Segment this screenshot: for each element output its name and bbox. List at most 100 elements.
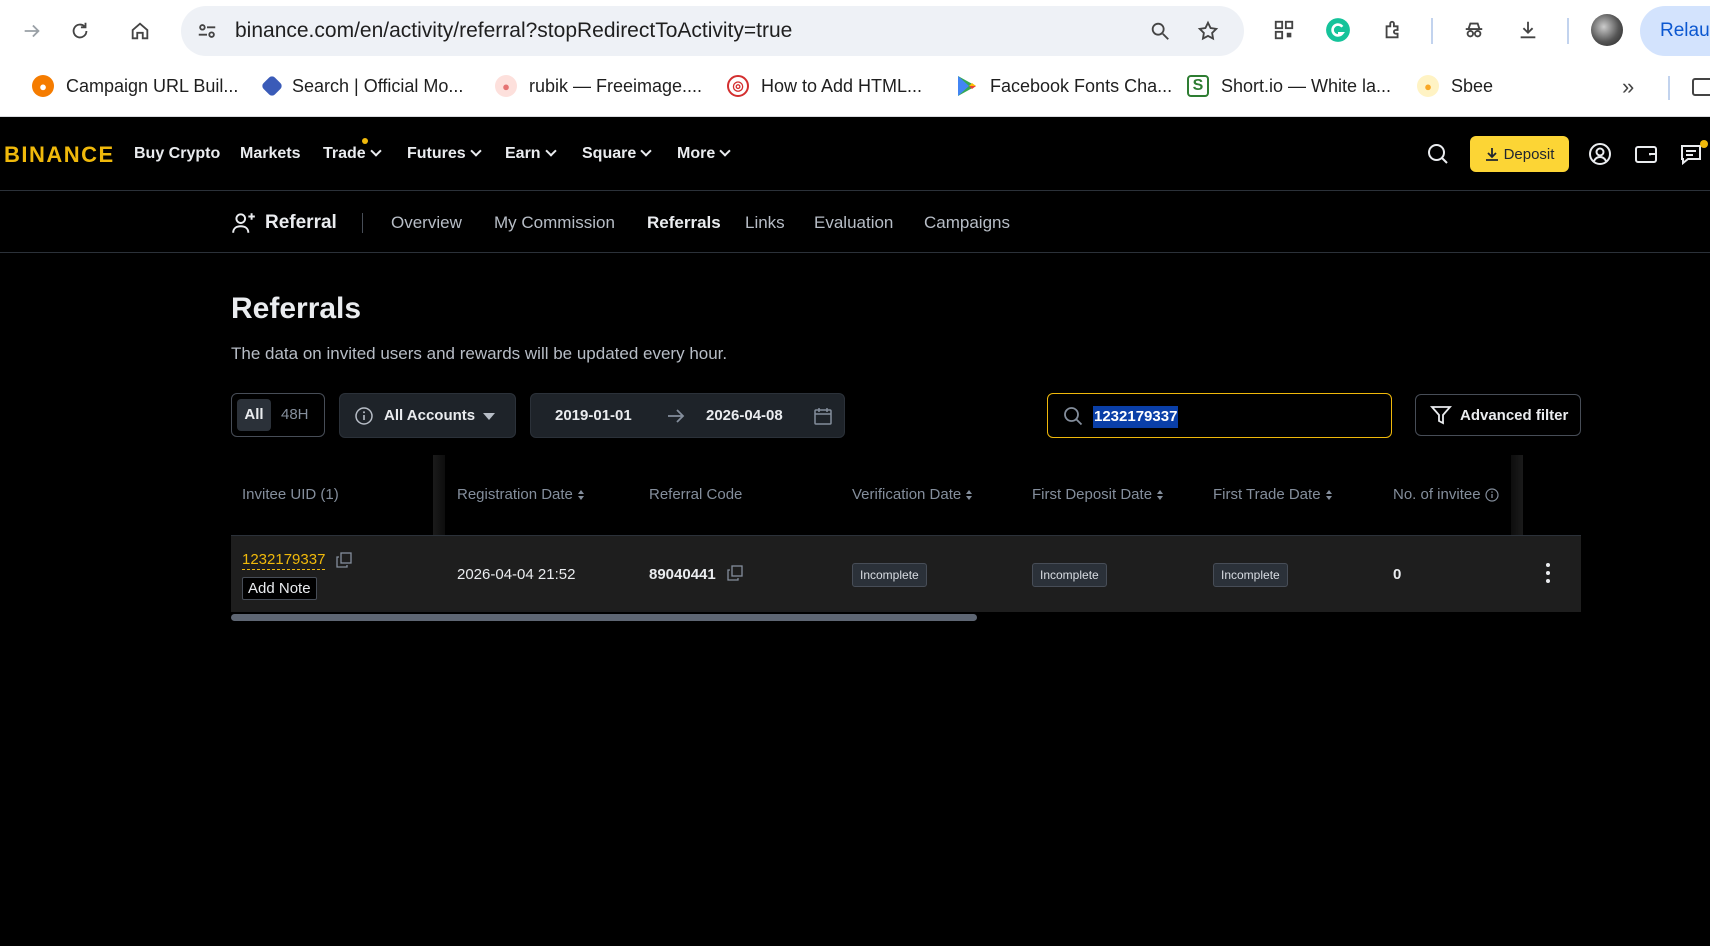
bookmark-item[interactable]: S Short.io — White la...	[1187, 71, 1391, 101]
column-header-first-deposit-date[interactable]: First Deposit Date	[1032, 455, 1164, 535]
date-to[interactable]: 2026-04-08	[706, 394, 783, 437]
wallet-icon[interactable]	[1632, 140, 1660, 168]
nav-label: Markets	[240, 145, 301, 162]
nav-more[interactable]: More	[677, 118, 731, 190]
invitee-uid-link[interactable]: 1232179337	[242, 551, 326, 570]
tab-my-commission[interactable]: My Commission	[494, 191, 615, 254]
tab-links[interactable]: Links	[745, 191, 785, 254]
column-header-label: Registration Date	[457, 486, 573, 503]
bookmark-item[interactable]: ● Campaign URL Buil...	[32, 71, 238, 101]
forward-icon[interactable]	[14, 13, 50, 49]
date-range-picker[interactable]: 2019-01-01 2026-04-08	[530, 393, 845, 438]
bookmark-label: Short.io — White la...	[1221, 75, 1392, 96]
table-row: 1232179337 Add Note 2026-04-04 21:52 890…	[231, 535, 1581, 612]
deposit-label: Deposit	[1503, 145, 1555, 163]
account-select-value: All Accounts	[384, 407, 476, 424]
browser-toolbar: binance.com/en/activity/referral?stopRed…	[0, 0, 1710, 62]
relaunch-button[interactable]: Relaunch	[1640, 6, 1710, 56]
site-info-icon[interactable]	[195, 19, 219, 43]
subnav-divider	[362, 213, 363, 233]
horizontal-scrollbar[interactable]	[231, 614, 977, 621]
search-favicon	[260, 74, 284, 98]
toolbar-divider	[1567, 18, 1569, 44]
campaign-url-builder-favicon: ●	[32, 75, 54, 97]
search-icon[interactable]	[1424, 140, 1452, 168]
search-input-value[interactable]: 1232179337	[1093, 406, 1179, 428]
bookmark-item[interactable]: ● Sbee	[1417, 71, 1493, 101]
copy-icon[interactable]	[336, 552, 352, 568]
nav-earn[interactable]: Earn	[505, 118, 557, 190]
qr-code-icon[interactable]	[1269, 15, 1299, 45]
tab-evaluation[interactable]: Evaluation	[814, 191, 893, 254]
more-bookmarks-icon[interactable]: »	[1622, 74, 1634, 100]
tab-referrals[interactable]: Referrals	[647, 191, 721, 254]
reload-icon[interactable]	[62, 13, 98, 49]
column-header-first-trade-date[interactable]: First Trade Date	[1213, 455, 1332, 535]
grammarly-icon[interactable]	[1323, 15, 1353, 45]
first-deposit-status-badge: Incomplete	[1032, 563, 1107, 587]
nav-markets[interactable]: Markets	[240, 118, 300, 190]
zoom-icon[interactable]	[1148, 19, 1172, 43]
bookmarks-folder-icon[interactable]	[1692, 78, 1710, 96]
chevron-down-icon	[640, 145, 652, 157]
column-header-verification-date[interactable]: Verification Date	[852, 455, 973, 535]
search-input[interactable]: 1232179337	[1047, 393, 1392, 438]
more-actions-icon[interactable]	[1545, 563, 1551, 583]
column-header-label: First Trade Date	[1213, 486, 1321, 503]
calendar-icon[interactable]	[813, 406, 833, 426]
add-note-button[interactable]: Add Note	[242, 577, 317, 600]
profile-avatar[interactable]	[1591, 14, 1623, 46]
column-header-label: No. of invitee	[1393, 486, 1481, 503]
toolbar-divider	[1431, 18, 1433, 44]
notification-dot	[1700, 140, 1708, 148]
nav-buy-crypto[interactable]: Buy Crypto	[134, 118, 220, 190]
bookmark-item[interactable]: Facebook Fonts Cha...	[956, 71, 1172, 101]
period-all-button[interactable]: All	[237, 399, 271, 431]
bookmark-star-icon[interactable]	[1196, 19, 1220, 43]
period-48h-button[interactable]: 48H	[281, 399, 309, 431]
registration-date-cell: 2026-04-04 21:52	[457, 566, 576, 583]
date-from[interactable]: 2019-01-01	[555, 394, 632, 437]
bookmark-item[interactable]: Search | Official Mo...	[260, 71, 463, 101]
notification-dot	[362, 138, 368, 144]
referrals-table: Invitee UID (1) Registration Date Referr…	[231, 455, 1581, 621]
url-text[interactable]: binance.com/en/activity/referral?stopRed…	[235, 6, 792, 56]
column-header-registration-date[interactable]: Registration Date	[457, 455, 584, 535]
copy-icon[interactable]	[727, 565, 743, 581]
advanced-filter-button[interactable]: Advanced filter	[1415, 394, 1581, 436]
nav-label: Trade	[323, 145, 366, 162]
bookmark-label: Facebook Fonts Cha...	[990, 75, 1173, 96]
referral-title[interactable]: Referral	[231, 191, 337, 254]
nav-label: Futures	[407, 145, 466, 162]
tab-overview[interactable]: Overview	[391, 191, 462, 254]
binance-logo[interactable]: BINANCE	[4, 142, 115, 168]
shortio-favicon: S	[1187, 75, 1209, 97]
info-icon[interactable]	[1484, 488, 1499, 502]
extensions-icon[interactable]	[1378, 15, 1408, 45]
account-select[interactable]: All Accounts	[339, 393, 516, 438]
home-icon[interactable]	[122, 13, 158, 49]
bookmarks-bar: ● Campaign URL Buil... Search | Official …	[0, 66, 1710, 106]
download-icon[interactable]	[1513, 15, 1543, 45]
sbee-favicon: ●	[1417, 75, 1439, 97]
bookmark-label: How to Add HTML...	[761, 75, 923, 96]
tab-campaigns[interactable]: Campaigns	[924, 191, 1010, 254]
bookmark-item[interactable]: ◎ How to Add HTML...	[727, 71, 922, 101]
invitee-count-cell: 0	[1393, 566, 1402, 583]
address-bar[interactable]: binance.com/en/activity/referral?stopRed…	[181, 6, 1244, 56]
sort-icon	[1325, 490, 1332, 500]
deposit-button[interactable]: Deposit	[1470, 136, 1569, 172]
column-header-referral-code: Referral Code	[649, 455, 742, 535]
column-header-label: Verification Date	[852, 486, 962, 503]
nav-label: Square	[582, 145, 637, 162]
nav-futures[interactable]: Futures	[407, 118, 482, 190]
bookmark-item[interactable]: ● rubik — Freeimage....	[495, 71, 702, 101]
html-favicon: ◎	[727, 75, 749, 97]
nav-square[interactable]: Square	[582, 118, 652, 190]
bookmarks-divider	[1668, 76, 1670, 100]
sort-icon	[966, 490, 973, 500]
incognito-icon[interactable]	[1459, 15, 1489, 45]
nav-trade[interactable]: Trade	[323, 118, 382, 190]
browser-chrome: binance.com/en/activity/referral?stopRed…	[0, 0, 1710, 117]
user-icon[interactable]	[1586, 140, 1614, 168]
